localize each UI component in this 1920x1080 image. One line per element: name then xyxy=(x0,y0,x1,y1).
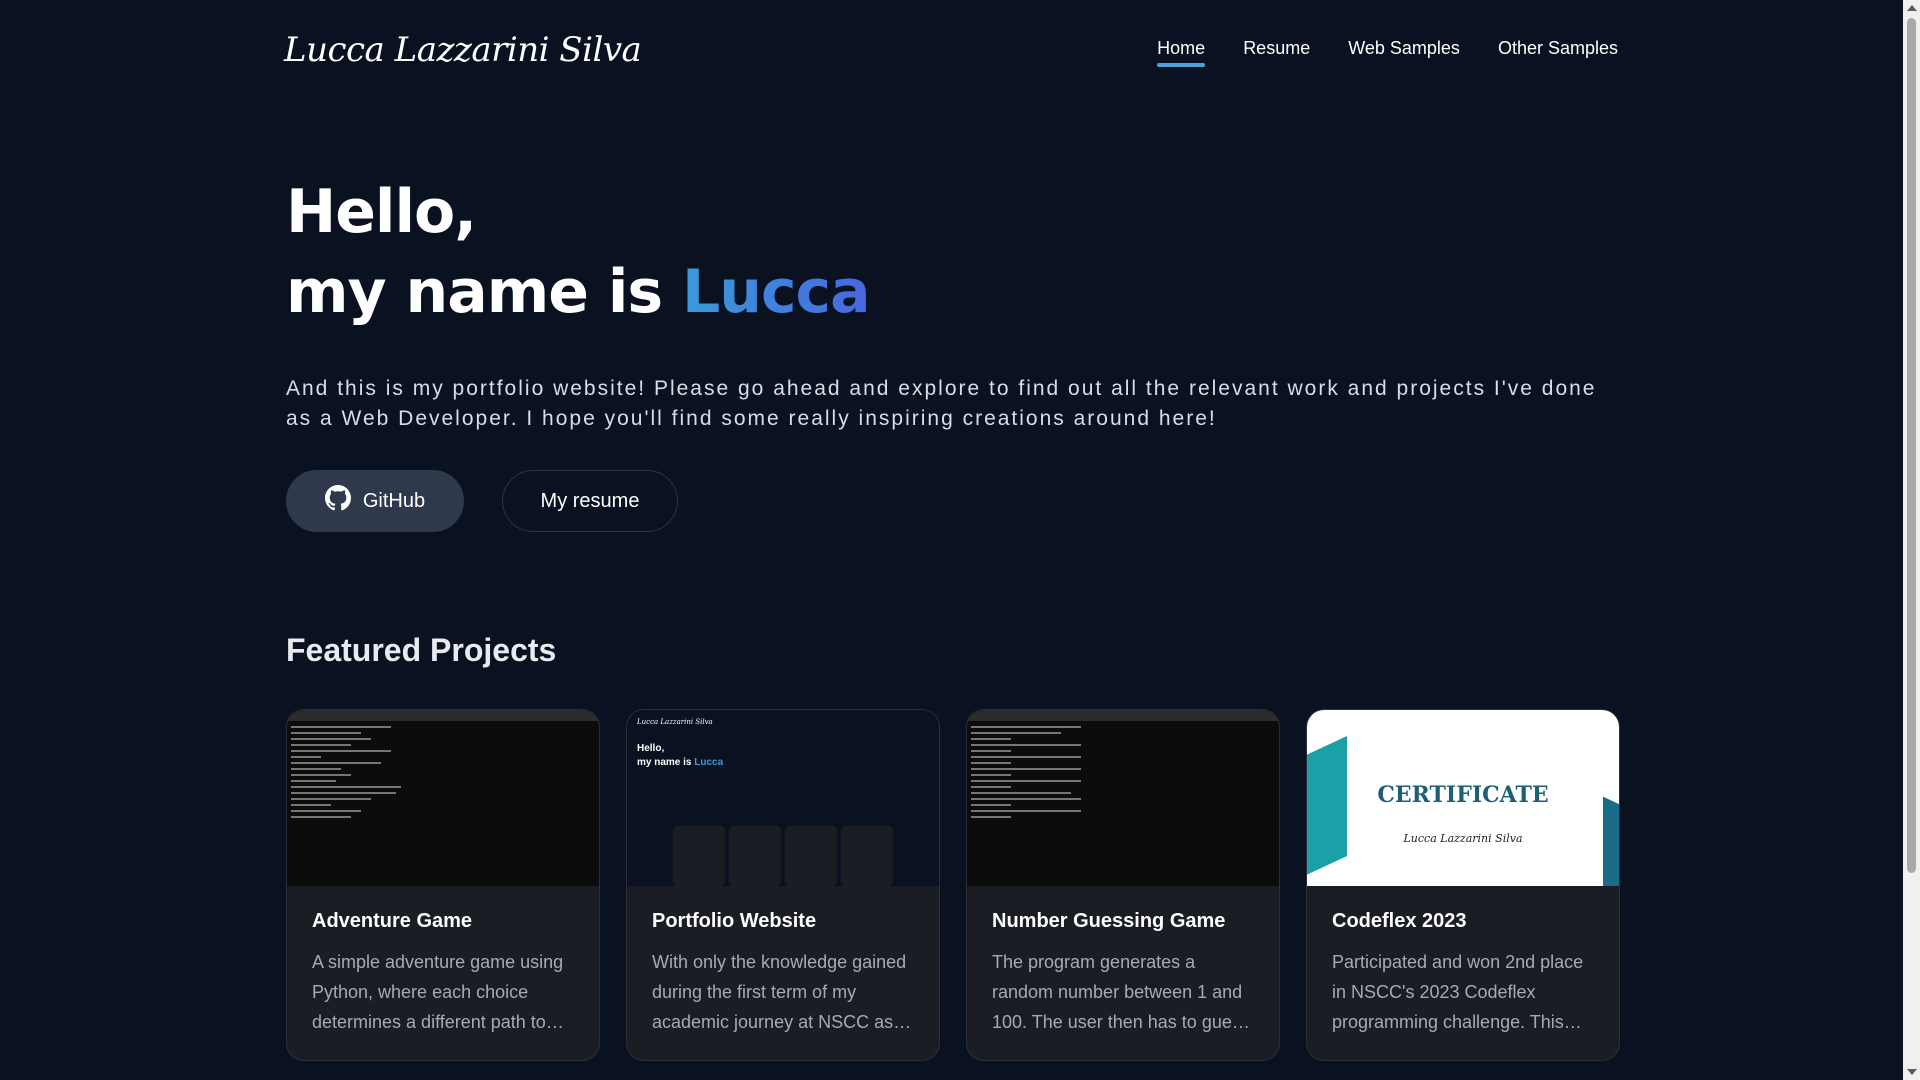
adventure-game-thumbnail xyxy=(287,710,599,886)
github-label: GitHub xyxy=(362,489,426,512)
codeflex-certificate-thumbnail: CERTIFICATE Lucca Lazzarini Silva xyxy=(1307,710,1619,886)
project-card-adventure-game[interactable]: Adventure Game A simple adventure game u… xyxy=(286,709,600,1061)
card-title: Codeflex 2023 xyxy=(1332,910,1467,932)
featured-projects-title: Featured Projects xyxy=(286,632,557,668)
card-description: Participated and won 2nd place in NSCC's… xyxy=(1332,952,1584,1032)
portfolio-website-thumbnail: Lucca Lazzarini Silva Hello, my name is … xyxy=(627,710,939,886)
hero-line-2-prefix: my name is xyxy=(286,257,682,327)
github-button[interactable]: GitHub xyxy=(286,470,464,532)
card-description: The program generates a random number be… xyxy=(992,952,1250,1032)
card-description: A simple adventure game using Python, wh… xyxy=(312,952,564,1032)
certificate-title: CERTIFICATE xyxy=(1377,781,1549,808)
scrollbar-thumb[interactable] xyxy=(1907,18,1916,873)
card-title: Adventure Game xyxy=(312,910,473,932)
hero-heading: Hello, my name is Lucca xyxy=(286,172,1626,332)
hero-name: Lucca xyxy=(682,257,871,327)
number-guessing-thumbnail xyxy=(967,710,1279,886)
page-scrollbar[interactable] xyxy=(1903,0,1920,1080)
thumbnail-logo: Lucca Lazzarini Silva xyxy=(637,718,713,726)
hero-section: Hello, my name is Lucca And this is my p… xyxy=(286,172,1626,532)
hero-buttons: GitHub My resume xyxy=(286,470,1626,532)
project-card-codeflex-2023[interactable]: CERTIFICATE Lucca Lazzarini Silva Codefl… xyxy=(1306,709,1620,1061)
thumbnail-cards xyxy=(673,826,893,886)
nav-resume[interactable]: Resume xyxy=(1243,38,1310,67)
project-cards: Adventure Game A simple adventure game u… xyxy=(286,709,1620,1061)
nav-web-samples[interactable]: Web Samples xyxy=(1348,38,1460,67)
scroll-down-icon[interactable] xyxy=(1907,1069,1917,1075)
thumbnail-hello: Hello, my name is Lucca xyxy=(637,743,724,768)
card-title: Number Guessing Game xyxy=(992,910,1226,932)
resume-button[interactable]: My resume xyxy=(502,470,678,532)
main-nav: Home Resume Web Samples Other Samples xyxy=(1157,38,1618,67)
certificate-name: Lucca Lazzarini Silva xyxy=(1403,831,1523,845)
project-card-number-guessing-game[interactable]: Number Guessing Game The program generat… xyxy=(966,709,1280,1061)
card-description: With only the knowledge gained during th… xyxy=(652,952,909,1032)
card-title: Portfolio Website xyxy=(652,910,817,932)
nav-other-samples[interactable]: Other Samples xyxy=(1498,38,1618,67)
scroll-up-icon[interactable] xyxy=(1907,5,1917,11)
project-card-portfolio-website[interactable]: Lucca Lazzarini Silva Hello, my name is … xyxy=(626,709,940,1061)
github-icon xyxy=(324,485,351,517)
hero-intro: And this is my portfolio website! Please… xyxy=(286,377,1597,430)
nav-home[interactable]: Home xyxy=(1157,38,1206,67)
hero-line-1: Hello, xyxy=(286,177,477,247)
site-logo[interactable]: Lucca Lazzarini Silva xyxy=(284,30,642,70)
